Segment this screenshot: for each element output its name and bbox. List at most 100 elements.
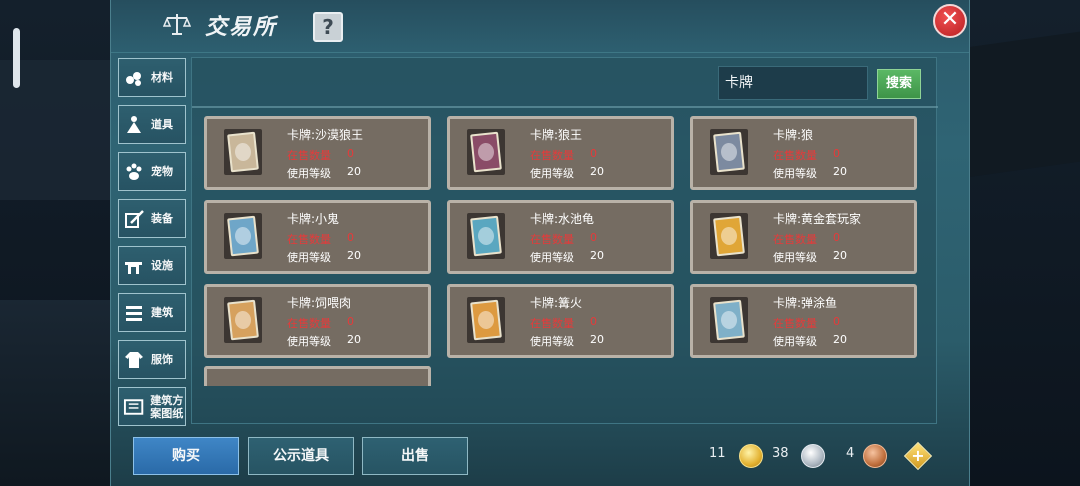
level-label: 使用等级 (773, 335, 817, 348)
stock-value: 0 (347, 315, 354, 328)
category-blueprints[interactable]: 建筑方案图纸 (118, 387, 186, 426)
close-button[interactable]: ✕ (933, 4, 967, 38)
level-label: 使用等级 (530, 167, 574, 180)
help-button[interactable]: ? (313, 12, 343, 42)
clothing-icon (125, 351, 143, 368)
add-currency-button[interactable]: + (903, 441, 933, 471)
stock-label: 在售数量 (530, 317, 574, 330)
level-value: 20 (833, 165, 847, 178)
stock-value: 0 (833, 315, 840, 328)
stock-label: 在售数量 (773, 233, 817, 246)
category-label: 道具 (151, 118, 173, 131)
card-thumbnail (227, 215, 259, 257)
level-label: 使用等级 (773, 167, 817, 180)
stock-value: 0 (833, 147, 840, 160)
item-name: 卡牌:狼 (773, 128, 814, 142)
gold-amount: 11 (709, 446, 726, 461)
public-items-button[interactable]: 公示道具 (248, 437, 354, 475)
card-thumbnail (227, 131, 259, 173)
stock-label: 在售数量 (530, 149, 574, 162)
buy-button[interactable]: 购买 (133, 437, 239, 475)
item-listing-area: 卡牌 搜索 卡牌:沙漠狼王 在售数量 0 使用等级 20 卡牌:狼王 在售数量 0 使用等级 20… (191, 57, 938, 424)
gold-coin-icon (739, 444, 763, 468)
item-name: 卡牌:沙漠狼王 (287, 128, 364, 142)
list-item[interactable] (204, 366, 431, 386)
level-label: 使用等级 (287, 251, 331, 264)
category-facilities[interactable]: 设施 (118, 246, 186, 285)
level-label: 使用等级 (287, 335, 331, 348)
sell-button[interactable]: 出售 (362, 437, 468, 475)
blueprint-icon (123, 398, 144, 415)
search-input[interactable]: 卡牌 (718, 66, 868, 100)
item-card[interactable]: 卡牌:小鬼在售数量 0 使用等级 20 (204, 200, 431, 274)
search-button[interactable]: 搜索 (877, 69, 921, 99)
category-buildings[interactable]: 建筑 (118, 293, 186, 332)
stock-label: 在售数量 (287, 233, 331, 246)
card-art-icon (224, 129, 262, 175)
item-name: 卡牌:狼王 (530, 128, 583, 142)
card-art-icon (710, 213, 748, 259)
card-art-icon (467, 213, 505, 259)
game-screen: 交易所 ? ✕ 材料 道具 宠物 装备 设施 建筑 服饰 建筑方案图纸 卡牌 搜… (0, 0, 1080, 486)
equipment-icon (125, 209, 144, 228)
silver-coin-icon (801, 444, 825, 468)
stock-label: 在售数量 (287, 149, 331, 162)
item-card[interactable]: 卡牌:弹涂鱼 在售数量 0 使用等级 20 (690, 284, 917, 358)
item-name: 卡牌:篝火 (530, 296, 583, 310)
scales-icon (163, 14, 191, 35)
item-card[interactable]: 卡牌:沙漠狼王 在售数量 0 使用等级 20 (204, 116, 431, 190)
level-value: 20 (347, 249, 361, 262)
item-card[interactable]: 卡牌:狼王在售数量 0 使用等级 20 (447, 116, 674, 190)
item-card[interactable]: 卡牌:饲喂肉 在售数量 0 使用等级 20 (204, 284, 431, 358)
facility-icon (125, 261, 142, 274)
level-label: 使用等级 (530, 251, 574, 264)
silver-amount: 38 (772, 446, 789, 461)
background-scenery (0, 300, 110, 486)
stock-label: 在售数量 (773, 317, 817, 330)
plus-icon: + (911, 446, 925, 465)
category-equipment[interactable]: 装备 (118, 199, 186, 238)
stock-value: 0 (590, 147, 597, 160)
category-label: 建筑方案图纸 (150, 393, 184, 420)
level-label: 使用等级 (287, 167, 331, 180)
category-label: 建筑 (151, 306, 173, 319)
card-art-icon (467, 297, 505, 343)
card-thumbnail (470, 215, 502, 257)
level-value: 20 (590, 165, 604, 178)
stock-value: 0 (347, 147, 354, 160)
card-art-icon (224, 297, 262, 343)
item-name: 卡牌:黄金套玩家 (773, 212, 862, 226)
card-thumbnail (227, 299, 259, 341)
level-value: 20 (833, 333, 847, 346)
level-value: 20 (347, 333, 361, 346)
card-art-icon (224, 213, 262, 259)
background-scenery (960, 31, 1080, 179)
category-clothing[interactable]: 服饰 (118, 340, 186, 379)
category-items[interactable]: 道具 (118, 105, 186, 144)
stock-label: 在售数量 (287, 317, 331, 330)
category-label: 设施 (151, 259, 173, 272)
stock-value: 0 (347, 231, 354, 244)
item-card[interactable]: 卡牌:狼 在售数量 0 使用等级 20 (690, 116, 917, 190)
item-card[interactable]: 卡牌:篝火 在售数量 0 使用等级 20 (447, 284, 674, 358)
level-value: 20 (833, 249, 847, 262)
item-icon (127, 115, 141, 133)
card-art-icon (467, 129, 505, 175)
stock-value: 0 (590, 231, 597, 244)
category-materials[interactable]: 材料 (118, 58, 186, 97)
item-grid[interactable]: 卡牌:沙漠狼王 在售数量 0 使用等级 20 卡牌:狼王 在售数量 0 使用等级 20 卡牌:狼 在售… (204, 116, 930, 421)
paw-icon (126, 163, 142, 180)
level-value: 20 (347, 165, 361, 178)
level-label: 使用等级 (530, 335, 574, 348)
card-art-icon (710, 129, 748, 175)
item-card[interactable]: 卡牌:黄金套玩家 在售数量 0 使用等级 20 (690, 200, 917, 274)
divider (192, 106, 938, 108)
category-pets[interactable]: 宠物 (118, 152, 186, 191)
level-value: 20 (590, 333, 604, 346)
item-name: 卡牌:小鬼 (287, 212, 340, 226)
page-title: 交易所 (205, 15, 278, 40)
copper-coin-icon (863, 444, 887, 468)
item-card[interactable]: 卡牌:水池龟 在售数量 0 使用等级 20 (447, 200, 674, 274)
side-drag-handle[interactable] (13, 28, 20, 88)
building-icon (126, 305, 142, 321)
